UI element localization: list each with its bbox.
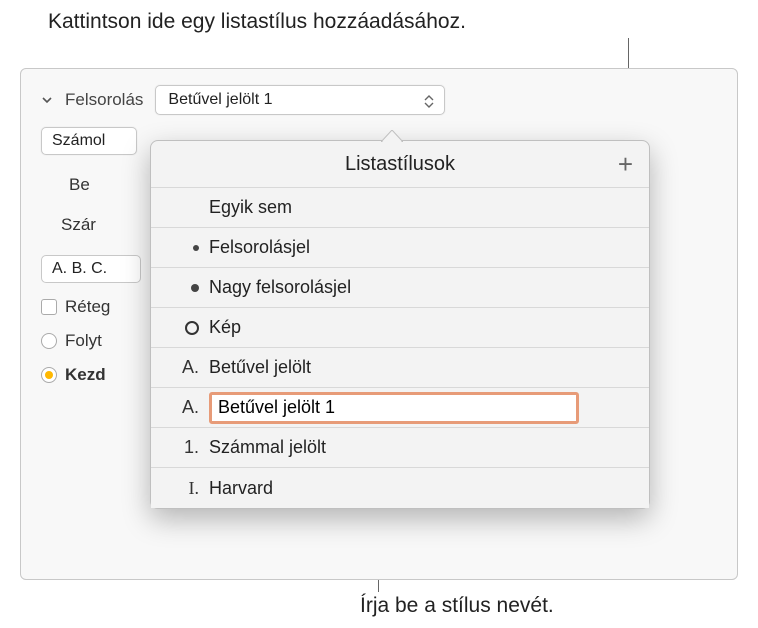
list-item-numbered[interactable]: 1. Számmal jelölt: [151, 428, 649, 468]
item-label: Kép: [209, 317, 631, 338]
image-bullet-icon: [179, 317, 209, 338]
item-label: Egyik sem: [209, 197, 631, 218]
list-item-harvard[interactable]: I. Harvard: [151, 468, 649, 508]
popover-list: Egyik sem Felsorolásjel Nagy felsorolásj…: [151, 187, 649, 508]
callout-add-style: Kattintson ide egy listastílus hozzáadás…: [48, 10, 466, 34]
item-label: Felsorolásjel: [209, 237, 631, 258]
popover-title: Listastílusok: [345, 153, 455, 176]
list-item-none[interactable]: Egyik sem: [151, 188, 649, 228]
marker-roman: I.: [179, 478, 209, 499]
kezd-label: Kezd: [65, 365, 106, 385]
bullet-icon: [179, 237, 209, 258]
marker-number: 1.: [179, 437, 209, 458]
szamol-text: Számol: [52, 132, 105, 150]
list-styles-popover: Listastílusok + Egyik sem Felsorolásjel …: [150, 140, 650, 509]
abc-format-text: A. B. C.: [52, 260, 107, 278]
list-item-lettered-1-edit[interactable]: A.: [151, 388, 649, 428]
list-style-dropdown[interactable]: Betűvel jelölt 1: [155, 85, 445, 115]
folyt-label: Folyt: [65, 331, 102, 351]
big-bullet-icon: [179, 277, 209, 298]
item-label: Harvard: [209, 478, 631, 499]
style-name-input[interactable]: [209, 392, 579, 424]
updown-caret-icon: [420, 90, 438, 112]
marker-letter: A.: [179, 397, 209, 418]
checkbox-icon: [41, 299, 57, 315]
chevron-down-icon[interactable]: [41, 91, 53, 109]
list-item-big-bullet[interactable]: Nagy felsorolásjel: [151, 268, 649, 308]
radio-icon: [41, 333, 57, 349]
abc-format-chip[interactable]: A. B. C.: [41, 255, 141, 283]
item-label: Nagy felsorolásjel: [209, 277, 631, 298]
add-list-style-button[interactable]: +: [618, 151, 633, 177]
list-style-selected: Betűvel jelölt 1: [168, 91, 272, 109]
list-style-row: Felsorolás Betűvel jelölt 1: [41, 85, 717, 115]
item-label: Betűvel jelölt: [209, 357, 631, 378]
list-item-bullet[interactable]: Felsorolásjel: [151, 228, 649, 268]
reteg-label: Réteg: [65, 297, 110, 317]
popover-header: Listastílusok +: [151, 141, 649, 187]
callout-type-name: Írja be a stílus nevét.: [360, 594, 554, 618]
radio-selected-icon: [41, 367, 57, 383]
felsorolas-label: Felsorolás: [65, 90, 143, 110]
list-item-lettered[interactable]: A. Betűvel jelölt: [151, 348, 649, 388]
szamol-field[interactable]: Számol: [41, 127, 137, 155]
item-label: Számmal jelölt: [209, 437, 631, 458]
marker-letter: A.: [179, 357, 209, 378]
list-item-image[interactable]: Kép: [151, 308, 649, 348]
